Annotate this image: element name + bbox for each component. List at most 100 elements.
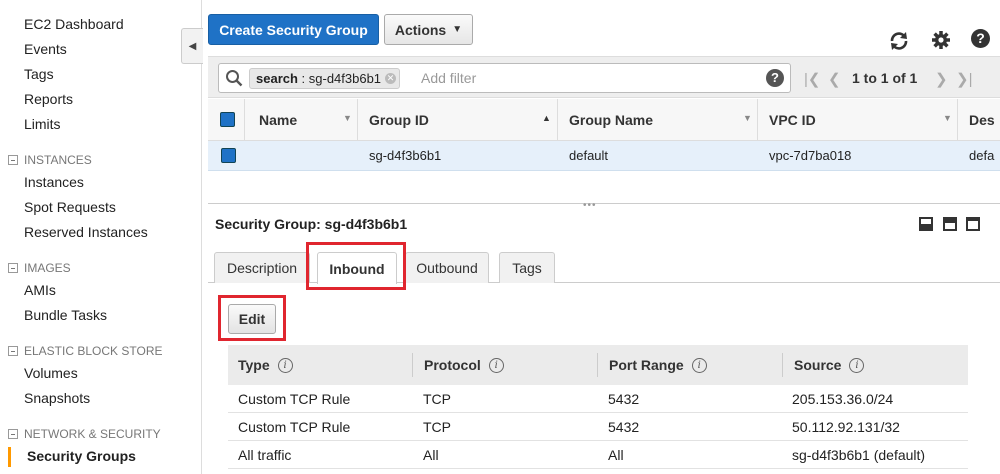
sort-down-icon[interactable]: ▼ [943, 113, 952, 123]
help-icon[interactable]: ? [971, 29, 990, 48]
table-row: Custom TCP Rule TCP 5432 205.153.36.0/24 [228, 385, 968, 413]
column-divider [782, 353, 783, 377]
sidebar-item-bundle-tasks[interactable]: Bundle Tasks [24, 307, 107, 323]
section-ebs-label: ELASTIC BLOCK STORE [24, 344, 163, 358]
column-divider [957, 99, 958, 140]
sidebar: EC2 Dashboard Events Tags Reports Limits… [0, 0, 202, 474]
sidebar-item-volumes[interactable]: Volumes [24, 365, 78, 381]
chevron-down-icon: ▼ [452, 24, 463, 35]
rule-protocol: TCP [423, 391, 451, 407]
collapse-icon [8, 155, 18, 165]
tab-outbound[interactable]: Outbound [405, 252, 489, 283]
rules-col-port-range: Port Range i [609, 357, 707, 373]
sidebar-item-reserved-instances[interactable]: Reserved Instances [24, 224, 148, 240]
table-row[interactable]: sg-d4f3b6b1 default vpc-7d7ba018 defa [208, 141, 1000, 171]
next-page-icon[interactable]: ❯ [935, 70, 948, 88]
rules-col-source-label: Source [794, 357, 842, 373]
rule-protocol: TCP [423, 419, 451, 435]
column-divider [357, 99, 358, 140]
details-title: Security Group: sg-d4f3b6b1 [215, 216, 408, 232]
sidebar-item-tags[interactable]: Tags [24, 66, 54, 82]
rules-col-type: Type i [238, 357, 293, 373]
highlight-inbound-tab [306, 242, 406, 290]
view-split-icon[interactable] [943, 217, 957, 231]
filter-tag-value: : sg-d4f3b6b1 [297, 71, 382, 86]
last-page-icon[interactable]: ❯| [956, 70, 972, 88]
view-bottom-icon[interactable] [919, 217, 933, 231]
actions-dropdown[interactable]: Actions ▼ [384, 14, 473, 45]
prev-page-icon[interactable]: ❮ [828, 70, 841, 88]
cell-group-name: default [569, 148, 609, 163]
section-network-security[interactable]: NETWORK & SECURITY [8, 427, 161, 441]
rule-type: Custom TCP Rule [238, 419, 351, 435]
column-divider [557, 99, 558, 140]
column-header-group-id[interactable]: Group ID [369, 112, 429, 128]
sidebar-item-reports[interactable]: Reports [24, 91, 73, 107]
sidebar-item-snapshots[interactable]: Snapshots [24, 390, 90, 406]
sort-up-icon[interactable]: ▲ [542, 113, 551, 123]
rule-port: 5432 [608, 419, 640, 435]
column-divider [412, 353, 413, 377]
rule-source: sg-d4f3b6b1 (default) [792, 447, 926, 463]
column-divider [244, 99, 245, 140]
sidebar-item-amis[interactable]: AMIs [24, 282, 56, 298]
search-icon [226, 70, 243, 87]
sidebar-item-security-groups[interactable]: Security Groups [27, 448, 136, 464]
view-top-icon[interactable] [966, 217, 980, 231]
tab-description[interactable]: Description [214, 252, 310, 283]
filter-help-icon[interactable]: ? [766, 69, 784, 87]
active-indicator [8, 447, 11, 467]
table-row: Custom TCP Rule TCP 5432 50.112.92.131/3… [228, 413, 968, 441]
column-header-vpc-id[interactable]: VPC ID [769, 112, 816, 128]
sidebar-item-limits[interactable]: Limits [24, 116, 61, 132]
cell-vpc-id: vpc-7d7ba018 [769, 148, 852, 163]
column-header-description[interactable]: Des [969, 112, 995, 128]
rule-port: 5432 [608, 391, 640, 407]
info-icon[interactable]: i [488, 357, 504, 373]
sidebar-item-spot-requests[interactable]: Spot Requests [24, 199, 116, 215]
sort-down-icon[interactable]: ▼ [343, 113, 352, 123]
section-instances-label: INSTANCES [24, 153, 92, 167]
tab-tags[interactable]: Tags [499, 252, 555, 283]
table-header: Name ▼ Group ID ▲ Group Name ▼ VPC ID ▼ … [208, 99, 1000, 141]
cell-group-id: sg-d4f3b6b1 [369, 148, 442, 163]
column-header-group-name[interactable]: Group Name [569, 112, 653, 128]
drag-handle-icon[interactable]: ••• [583, 200, 597, 211]
table-row: All traffic All All sg-d4f3b6b1 (default… [228, 441, 968, 469]
rules-col-protocol-label: Protocol [424, 357, 481, 373]
column-divider [597, 353, 598, 377]
filter-tag-key: search [256, 71, 298, 86]
pane-splitter[interactable] [208, 203, 1000, 204]
rules-col-protocol: Protocol i [424, 357, 504, 373]
remove-filter-icon[interactable]: ✕ [385, 73, 397, 84]
cell-description: defa [969, 148, 995, 163]
section-ebs[interactable]: ELASTIC BLOCK STORE [8, 344, 163, 358]
section-images-label: IMAGES [24, 261, 71, 275]
sort-down-icon[interactable]: ▼ [743, 113, 752, 123]
first-page-icon[interactable]: |❮ [804, 70, 820, 88]
rule-protocol: All [423, 447, 439, 463]
info-icon[interactable]: i [849, 357, 865, 373]
select-all-checkbox[interactable] [220, 112, 235, 127]
row-checkbox[interactable] [221, 148, 236, 163]
gear-icon[interactable] [931, 30, 951, 50]
collapse-icon [8, 346, 18, 356]
column-divider [757, 99, 758, 140]
info-icon[interactable]: i [277, 357, 293, 373]
filter-tag[interactable]: search : sg-d4f3b6b1 ✕ [249, 68, 401, 89]
filter-bar: search : sg-d4f3b6b1 ✕ Add filter ? |❮ ❮… [208, 56, 1000, 98]
info-icon[interactable]: i [691, 357, 707, 373]
section-instances[interactable]: INSTANCES [8, 153, 92, 167]
section-images[interactable]: IMAGES [8, 261, 71, 275]
column-header-name[interactable]: Name [259, 112, 297, 128]
pagination-text: 1 to 1 of 1 [852, 70, 918, 86]
sidebar-collapse-button[interactable]: ◀ [181, 28, 203, 64]
sidebar-item-ec2-dashboard[interactable]: EC2 Dashboard [24, 16, 124, 32]
rules-header: Type i Protocol i Port Range i Source i [228, 345, 968, 385]
refresh-icon[interactable] [888, 30, 910, 52]
sidebar-item-events[interactable]: Events [24, 41, 67, 57]
actions-label: Actions [394, 21, 447, 38]
search-input[interactable]: search : sg-d4f3b6b1 ✕ Add filter ? [218, 63, 791, 93]
sidebar-item-instances[interactable]: Instances [24, 174, 84, 190]
create-security-group-button[interactable]: Create Security Group [208, 14, 379, 45]
